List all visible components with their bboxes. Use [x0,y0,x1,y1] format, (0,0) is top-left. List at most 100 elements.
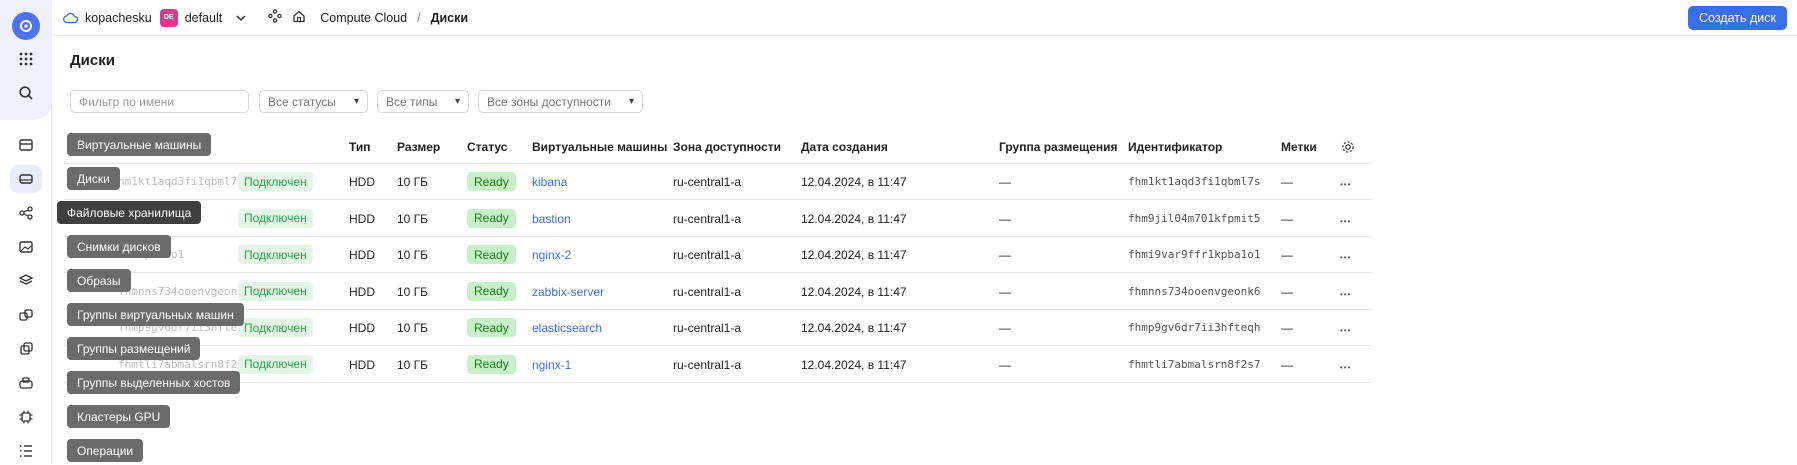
table-row[interactable]: fhmtli7abmalsrn8f2s7 Подключен HDD 10 ГБ Rea… [64,347,1372,383]
column-header-status[interactable]: Статус [467,140,507,154]
vm-nav-icon[interactable] [10,131,42,159]
all-services-icon[interactable] [10,45,42,73]
column-header-created[interactable]: Дата создания [801,140,888,154]
nav-tooltip-operations[interactable]: Операции [67,439,144,462]
zone-cell: ru-central1-a [673,357,742,372]
dedicated-hosts-nav-icon[interactable] [10,369,42,397]
placement-groups-nav-icon[interactable] [10,335,42,363]
row-actions-menu-icon[interactable]: ••• [1340,360,1351,376]
disk-name-cell[interactable]: hm1kt1aqd3fi1qbml7s [118,175,244,188]
service-map-icon[interactable] [268,9,282,26]
created-cell: 12.04.2024, в 11:47 [801,248,907,262]
size-cell: 10 ГБ [397,357,429,372]
nav-tooltip-snapshots[interactable]: Снимки дисков [67,235,171,258]
disk-name-cell[interactable]: fhmnns734ooenvgeonk6 [118,285,250,298]
labels-cell: — [1281,248,1293,262]
file-storage-nav-icon[interactable] [10,199,42,227]
row-actions-menu-icon[interactable]: ••• [1340,214,1351,230]
status-badge: Ready [467,172,516,191]
cloud-logo-icon[interactable] [12,12,40,40]
id-cell[interactable]: fhmtli7abmalsrn8f2s7 [1128,358,1260,371]
table-row[interactable]: fr1kpba1o1ПодключенHDD10 ГБReadynginx-2r… [64,237,1372,273]
zone-cell: ru-central1-a [673,175,742,189]
type-cell: HDD [349,321,375,335]
vm-link[interactable]: zabbix-server [532,285,604,299]
nav-tooltip-images[interactable]: Образы [67,269,131,292]
type-cell: HDD [349,357,375,372]
status-badge: Ready [467,208,516,228]
vm-link[interactable]: nginx-1 [532,358,571,372]
zone-filter-value: Все зоны доступности [487,94,611,109]
instance-groups-nav-icon[interactable] [10,301,42,329]
id-cell[interactable]: fhmp9gv6dr7ii3hfteqh [1128,321,1260,334]
id-cell[interactable]: fhm1kt1aqd3fi1qbml7s [1128,175,1260,188]
row-actions-menu-icon[interactable]: ••• [1340,250,1351,266]
zone-filter-select[interactable]: Все зоны доступности ▾ [478,90,643,113]
column-header-placement[interactable]: Группа размещения [999,140,1118,154]
vm-link[interactable]: bastion [532,212,571,226]
id-cell[interactable]: fhmnns734ooenvgeonk6 [1128,285,1260,298]
cloud-name[interactable]: kopachesku [85,11,152,25]
snapshots-nav-icon[interactable] [10,233,42,261]
column-header-zone[interactable]: Зона доступности [673,140,781,154]
nav-tooltip-instance-groups[interactable]: Группы виртуальных машин [67,303,244,326]
created-cell: 12.04.2024, в 11:47 [801,321,907,335]
table-settings-gear-icon[interactable] [1341,140,1355,157]
nav-tooltip-vms[interactable]: Виртуальные машины [67,133,212,156]
row-actions-menu-icon[interactable]: ••• [1340,177,1351,193]
vm-link[interactable]: elasticsearch [532,321,602,335]
breadcrumb-service[interactable]: Compute Cloud [320,11,407,25]
nav-tooltip-file-storage[interactable]: Файловые хранилища [57,201,202,224]
row-actions-menu-icon[interactable]: ••• [1340,287,1351,303]
row-actions-menu-icon[interactable]: ••• [1340,323,1351,339]
id-cell[interactable]: fhm9jil04m701kfpmit5 [1128,212,1260,225]
column-header-vms[interactable]: Виртуальные машины [532,140,667,154]
attached-badge: Подключен [238,354,313,374]
id-cell[interactable]: fhmi9var9ffr1kpba1o1 [1128,248,1260,261]
table-row[interactable]: fhmnns734ooenvgeonk6 Подключен HDD 10 ГБ Rea… [64,274,1372,310]
size-cell: 10 ГБ [397,321,429,335]
nav-tooltip-gpu-clusters[interactable]: Кластеры GPU [67,405,171,428]
table-row[interactable]: fhmp9gv6dr7ii3hfteqh Подключен HDD 10 ГБ Rea… [64,310,1372,346]
type-cell: HDD [349,175,375,189]
zone-cell: ru-central1-a [673,248,742,262]
status-badge: Ready [467,318,516,337]
created-cell: 12.04.2024, в 11:47 [801,175,907,189]
nav-tooltip-dedicated-hosts[interactable]: Группы выделенных хостов [67,371,241,394]
labels-cell: — [1281,284,1293,299]
type-filter-select[interactable]: Все типы ▾ [377,90,469,113]
labels-cell: — [1281,357,1293,372]
column-header-size[interactable]: Размер [397,140,440,154]
chevron-down-icon: ▾ [628,96,634,107]
nav-tooltip-placement-groups[interactable]: Группы размещений [67,337,201,360]
name-filter-input[interactable]: Фильтр по имени [70,90,249,113]
table-row[interactable]: hm1kt1aqd3fi1qbml7s Подключен HDD 10 ГБ Read… [64,164,1372,200]
column-header-labels[interactable]: Метки [1281,140,1317,154]
page-title: Диски [70,52,115,69]
vm-link[interactable]: kibana [532,175,567,189]
size-cell: 10 ГБ [397,211,429,226]
search-icon[interactable] [10,79,42,107]
folder-name[interactable]: default [185,11,223,25]
zone-cell: ru-central1-a [673,211,742,226]
breadcrumb-current: Диски [430,10,469,25]
table-row[interactable]: kfpmit5ПодключенHDD10 ГБReadybastionru-c… [64,201,1372,237]
home-icon[interactable] [292,9,306,26]
labels-cell: — [1281,321,1293,335]
nav-tooltip-disks[interactable]: Диски [67,167,120,190]
images-nav-icon[interactable] [10,267,42,295]
column-header-id[interactable]: Идентификатор [1128,140,1222,154]
attached-badge: Подключен [238,245,313,264]
chevron-down-icon: ▾ [454,96,460,107]
operations-nav-icon[interactable] [10,437,42,465]
disks-nav-icon[interactable] [10,165,42,193]
status-filter-select[interactable]: Все статусы ▾ [259,90,368,113]
placement-cell: — [999,211,1011,226]
column-header-type[interactable]: Тип [349,140,371,154]
gpu-clusters-nav-icon[interactable] [10,403,42,431]
zone-cell: ru-central1-a [673,321,742,335]
size-cell: 10 ГБ [397,284,429,299]
vm-link[interactable]: nginx-2 [532,248,571,262]
create-disk-button[interactable]: Создать диск [1688,6,1787,30]
chevron-down-icon[interactable] [236,10,246,25]
